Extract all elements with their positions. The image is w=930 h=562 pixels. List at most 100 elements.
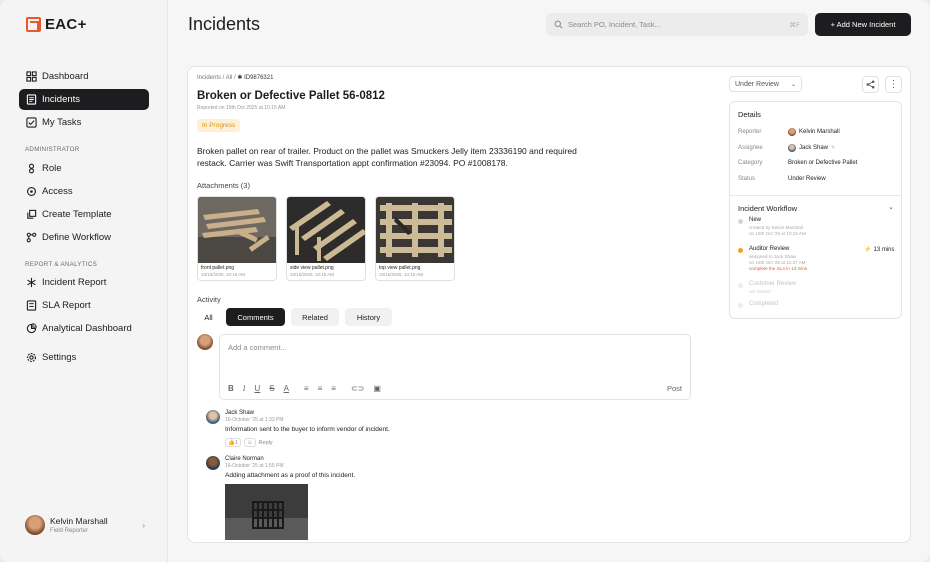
pie-chart-icon [26, 323, 37, 334]
formatting-toolbar: B I U S A ≡ ≡ ≡ ⊂⊃ ▣ [228, 384, 381, 393]
workflow-title: Incident Workflow [738, 204, 798, 213]
reporter-name: Kelvin Marshall [799, 129, 840, 135]
breadcrumb-incidents[interactable]: Incidents [197, 75, 221, 81]
comment-author: Jack Shaw [225, 410, 255, 416]
italic-icon[interactable]: I [243, 384, 246, 393]
tab-all[interactable]: All [197, 308, 220, 326]
search-input[interactable]: Search PO, Incident, Task... ⌘F [546, 13, 808, 36]
incident-card: Incidents / All / ✱ ID9876321 Broken or … [187, 66, 911, 543]
detail-label: Category [738, 160, 763, 166]
underline-icon[interactable]: U [254, 384, 260, 393]
strikethrough-icon[interactable]: S [269, 384, 274, 393]
template-icon [26, 209, 37, 220]
comment-date: 16-October '25 at 1:33 PM [225, 417, 284, 423]
workflow-step-name: New [749, 217, 762, 223]
reactions: 👍 1 ☺ Reply [225, 438, 273, 447]
add-reaction-icon[interactable]: ☺ [243, 438, 256, 447]
sidebar-item-incident-report[interactable]: Incident Report [19, 272, 149, 293]
sidebar-item-define-workflow[interactable]: Define Workflow [19, 227, 149, 248]
workflow-step-name: Auditor Review [749, 246, 790, 252]
sidebar-item-role[interactable]: Role [19, 158, 149, 179]
sidebar-item-dashboard[interactable]: Dashboard [19, 66, 149, 87]
attachment-card[interactable]: top view pallet.png 10/15/2025, 10:15 AM [375, 196, 455, 281]
sidebar-item-label: Incidents [42, 94, 81, 105]
avatar [206, 456, 220, 470]
sidebar-item-sla-report[interactable]: SLA Report [19, 295, 149, 316]
chevron-down-icon: ⌄ [790, 81, 796, 88]
bold-icon[interactable]: B [228, 384, 234, 393]
section-label-report: REPORT & ANALYTICS [25, 261, 98, 268]
avatar [788, 128, 796, 136]
tab-related[interactable]: Related [291, 308, 339, 326]
status-dropdown[interactable]: Under Review ⌄ [729, 76, 802, 92]
reaction-count: 1 [234, 439, 238, 446]
share-button[interactable] [862, 76, 879, 93]
detail-value-reporter: Kelvin Marshall [788, 128, 840, 136]
search-placeholder: Search PO, Incident, Task... [568, 20, 661, 29]
detail-value-assignee[interactable]: Jack Shaw ✎ [788, 144, 835, 152]
text-color-icon[interactable]: A [284, 384, 289, 393]
comment-attachment-image[interactable] [225, 484, 308, 540]
sidebar-item-label: Dashboard [42, 71, 89, 82]
add-new-incident-button[interactable]: + Add New Incident [815, 13, 911, 36]
attachment-date: 10/15/2025, 10:15 AM [290, 272, 335, 277]
sidebar-item-label: Analytical Dashboard [42, 323, 132, 334]
attachment-card[interactable]: side view pallet.png 10/15/2025, 10:15 A… [286, 196, 366, 281]
avatar [206, 410, 220, 424]
image-icon[interactable]: ▣ [373, 384, 381, 393]
report-icon [26, 300, 37, 311]
workflow-step-name: Customer Review [749, 281, 797, 287]
sidebar-item-my-tasks[interactable]: My Tasks [19, 112, 149, 133]
align-center-icon[interactable]: ≡ [318, 384, 323, 393]
chevron-right-icon: › [142, 520, 145, 530]
workflow-icon [26, 232, 37, 243]
attachment-image [198, 197, 276, 263]
comment-date: 16-October '25 at 1:55 PM [225, 463, 284, 469]
reply-link[interactable]: Reply [259, 440, 273, 446]
tab-history[interactable]: History [345, 308, 392, 326]
sidebar-item-settings[interactable]: Settings [19, 347, 149, 368]
user-profile[interactable]: Kelvin Marshall Field Reporter › [25, 515, 145, 535]
sidebar-item-label: Create Template [42, 209, 112, 220]
attachments-title: Attachments (3) [197, 181, 250, 190]
search-icon [554, 20, 563, 29]
breadcrumb-all[interactable]: All [226, 75, 233, 81]
sidebar-item-incidents[interactable]: Incidents [19, 89, 149, 110]
more-options-button[interactable]: ⋮ [885, 76, 902, 93]
user-name: Kelvin Marshall [50, 516, 108, 526]
status-badge: In Progress [197, 119, 241, 132]
sidebar-item-access[interactable]: Access [19, 181, 149, 202]
assignee-name: Jack Shaw [799, 145, 829, 151]
align-right-icon[interactable]: ≡ [331, 384, 336, 393]
sidebar-item-label: Incident Report [42, 277, 107, 288]
share-icon [866, 80, 875, 89]
comment-author: Claire Norman [225, 456, 264, 462]
page-title: Incidents [188, 14, 261, 34]
sidebar-item-label: Role [42, 163, 62, 174]
workflow-step-dot [738, 303, 743, 308]
comment-input[interactable]: Add a comment... B I U S A ≡ ≡ ≡ ⊂⊃ ▣ Po… [219, 334, 691, 400]
edit-icon[interactable]: ✎ [831, 145, 835, 151]
workflow-step-name: Completed [749, 301, 779, 307]
post-button[interactable]: Post [667, 384, 682, 393]
tab-comments[interactable]: Comments [226, 308, 285, 326]
activity-title: Activity [197, 295, 221, 304]
sidebar-item-create-template[interactable]: Create Template [19, 204, 149, 225]
sidebar-item-label: Define Workflow [42, 232, 111, 243]
chevron-down-icon[interactable]: ⌄ [888, 203, 894, 211]
section-label-administrator: ADMINISTRATOR [25, 146, 80, 153]
link-icon[interactable]: ⊂⊃ [351, 384, 364, 393]
attachment-card[interactable]: front pallet.png 10/15/2025, 10:15 AM [197, 196, 277, 281]
details-panel: Details Reporter Kelvin Marshall Assigne… [729, 101, 902, 319]
logo[interactable]: EAC+ [26, 16, 87, 33]
status-dropdown-value: Under Review [735, 80, 779, 88]
comment-text: Adding attachment as a proof of this inc… [225, 472, 356, 479]
workflow-step-meta: on 15th Oct '25 at 10:15 AM [749, 231, 806, 236]
reaction-thumbs-up[interactable]: 👍 1 [225, 438, 241, 447]
sla-value: 13 mins [873, 246, 895, 253]
comment-text: Information sent to the buyer to inform … [225, 426, 390, 433]
align-left-icon[interactable]: ≡ [304, 384, 309, 393]
sidebar-item-analytical-dashboard[interactable]: Analytical Dashboard [19, 318, 149, 339]
sla-timer: ⚡ 13 mins [864, 246, 895, 254]
breadcrumb: Incidents / All / ✱ ID9876321 [197, 75, 274, 81]
